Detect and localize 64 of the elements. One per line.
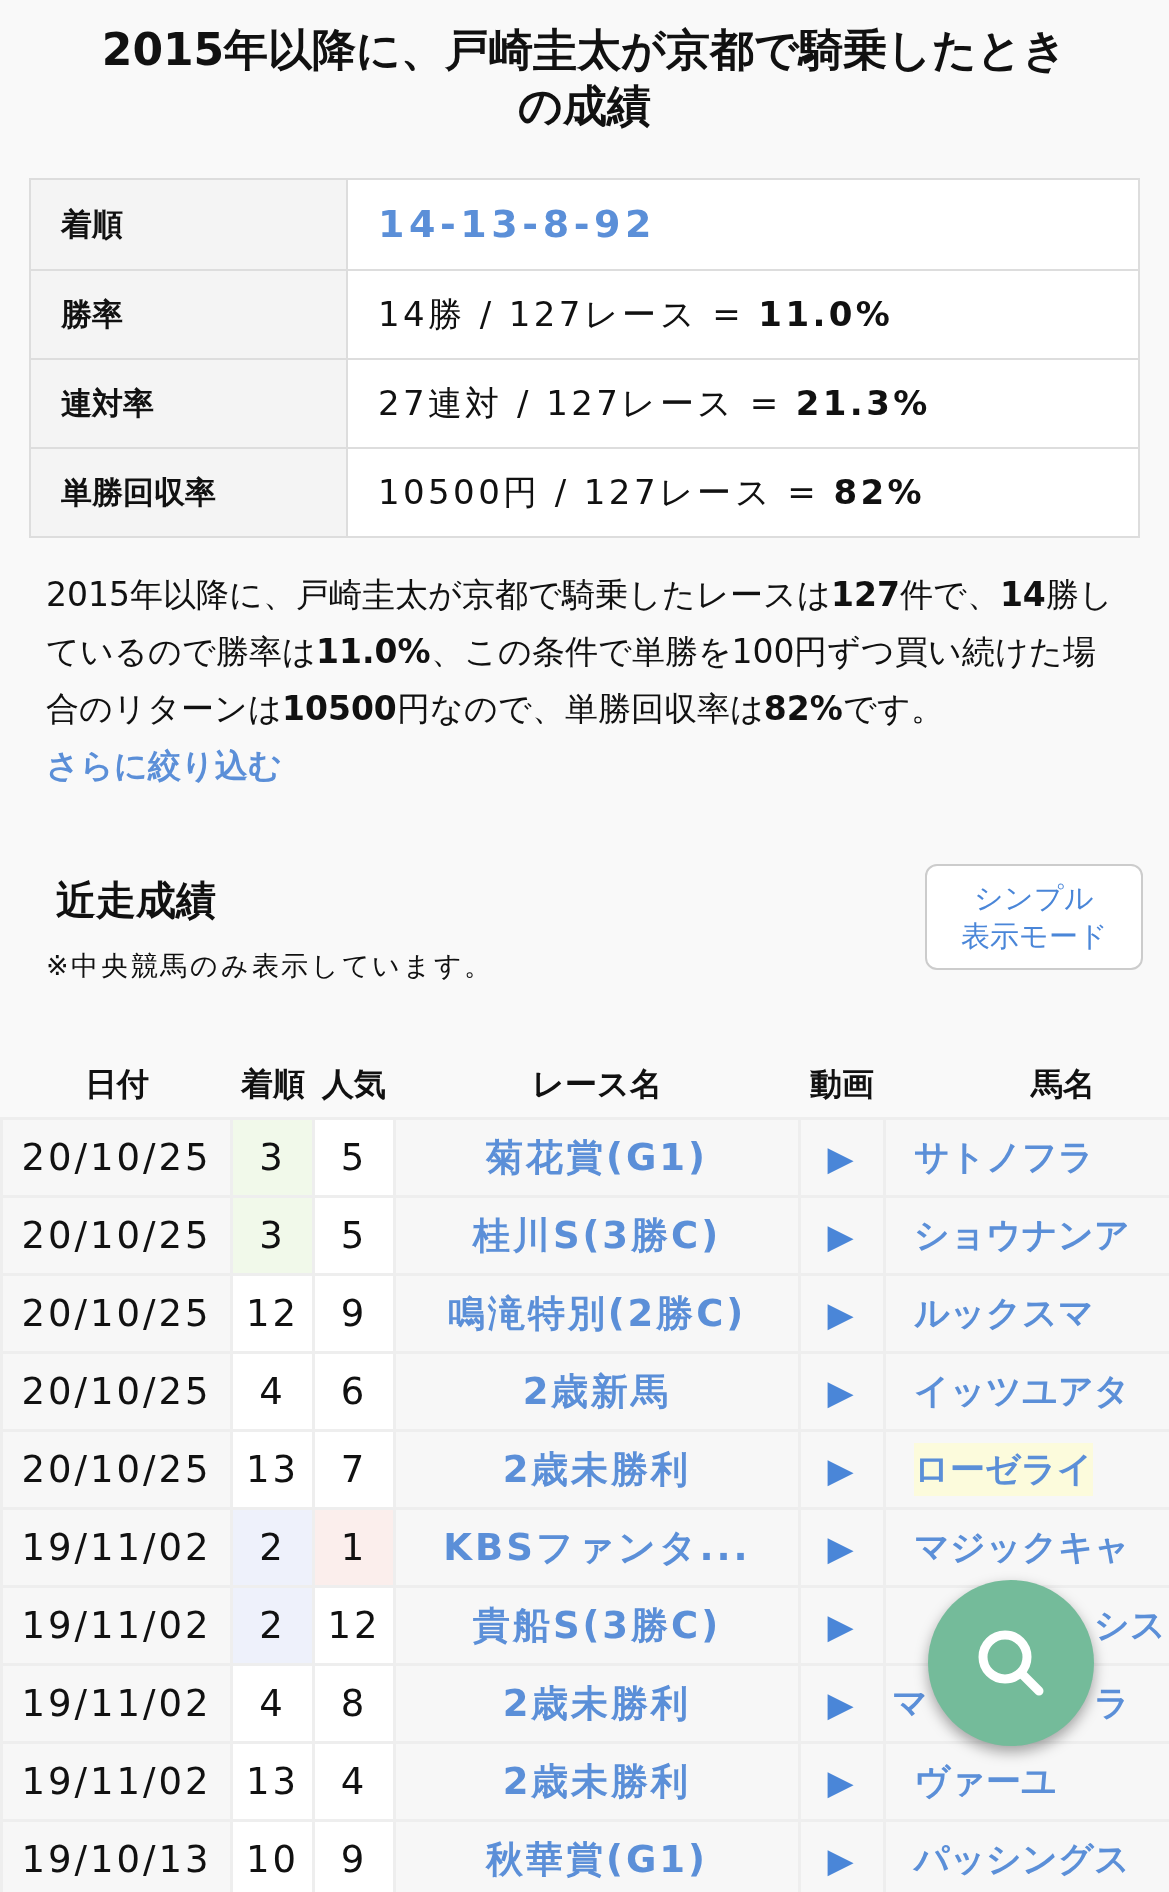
date-cell: 19/11/02 <box>1 1742 232 1821</box>
simple-mode-button[interactable]: シンプル 表示モード <box>925 864 1143 970</box>
summary-value: 27連対 / 127レース = 21.3% <box>378 382 931 425</box>
column-header: 馬名 <box>1031 1065 1095 1103</box>
popularity-cell: 1 <box>313 1508 395 1587</box>
summary-label: 単勝回収率 <box>61 473 216 513</box>
date-cell: 20/10/25 <box>1 1352 232 1431</box>
rank-cell: 4 <box>231 1664 314 1743</box>
rank-cell: 4 <box>231 1352 314 1431</box>
popularity-cell: 5 <box>313 1118 395 1197</box>
date-cell: 20/10/25 <box>1 1196 232 1275</box>
column-header: 日付 <box>84 1065 149 1103</box>
video-link[interactable]: ▶ <box>827 1293 857 1334</box>
rank-cell: 2 <box>231 1586 314 1665</box>
video-link[interactable]: ▶ <box>827 1527 857 1568</box>
rank-cell: 13 <box>231 1430 314 1509</box>
summary-label: 着順 <box>61 205 123 245</box>
column-header: 人気 <box>322 1065 386 1103</box>
summary-value: 10500円 / 127レース = 82% <box>378 471 926 514</box>
rank-cell: 3 <box>231 1196 314 1275</box>
refine-link[interactable]: さらに絞り込む <box>46 746 282 785</box>
rank-cell: 10 <box>231 1820 314 1892</box>
popularity-cell: 5 <box>313 1196 395 1275</box>
date-cell: 19/11/02 <box>1 1586 232 1665</box>
popularity-cell: 7 <box>313 1430 395 1509</box>
video-link[interactable]: ▶ <box>827 1761 857 1802</box>
rank-cell: 12 <box>231 1274 314 1353</box>
horse-link[interactable]: ローゼライ <box>914 1443 1093 1496</box>
popularity-cell: 12 <box>313 1586 395 1665</box>
result-link[interactable]: 14-13-8-92 <box>378 196 656 253</box>
note-text: ※中央競馬のみ表示しています。 <box>46 949 495 983</box>
horse-link[interactable]: シス <box>1094 1599 1166 1652</box>
rank-cell: 3 <box>231 1118 314 1197</box>
popularity-cell: 6 <box>313 1352 395 1431</box>
popularity-cell: 9 <box>313 1820 395 1892</box>
video-link[interactable]: ▶ <box>827 1449 857 1490</box>
column-header: 動画 <box>810 1065 874 1103</box>
section-heading: 近走成績 <box>56 876 217 924</box>
summary-label: 勝率 <box>61 295 123 335</box>
date-cell: 19/10/13 <box>1 1820 232 1892</box>
video-link[interactable]: ▶ <box>827 1371 857 1412</box>
column-header: レース名 <box>532 1065 662 1103</box>
rank-cell: 2 <box>231 1508 314 1587</box>
summary-paragraph: 2015年以降に、戸崎圭太が京都で騎乗したレースは127件で、14勝しているので勝率は11.0%、この条件で単勝を100円ずつ買い続けた場合のリターンは10500円なので、単勝回収率は82%です。 さらに絞り込む <box>46 574 1114 787</box>
video-link[interactable]: ▶ <box>827 1605 857 1646</box>
popularity-cell: 8 <box>313 1664 395 1743</box>
page-title: 2015年以降に、戸崎圭太が京都で騎乗したときの成績 <box>100 23 1069 133</box>
rank-cell: 13 <box>231 1742 314 1821</box>
date-cell: 20/10/25 <box>1 1430 232 1509</box>
summary-label: 連対率 <box>61 384 154 424</box>
date-cell: 19/11/02 <box>1 1508 232 1587</box>
summary-value: 14勝 / 127レース = 11.0% <box>378 293 894 336</box>
date-cell: 19/11/02 <box>1 1664 232 1743</box>
column-header: 着順 <box>240 1065 305 1103</box>
video-link[interactable]: ▶ <box>827 1137 857 1178</box>
video-link[interactable]: ▶ <box>827 1839 857 1880</box>
popularity-cell: 9 <box>313 1274 395 1353</box>
video-link[interactable]: ▶ <box>827 1215 857 1256</box>
horse-link[interactable]: マ <box>892 1683 928 1724</box>
horse-link[interactable]: ラ <box>1094 1677 1130 1730</box>
video-link[interactable]: ▶ <box>827 1683 857 1724</box>
date-cell: 20/10/25 <box>1 1118 232 1197</box>
date-cell: 20/10/25 <box>1 1274 232 1353</box>
popularity-cell: 4 <box>313 1742 395 1821</box>
